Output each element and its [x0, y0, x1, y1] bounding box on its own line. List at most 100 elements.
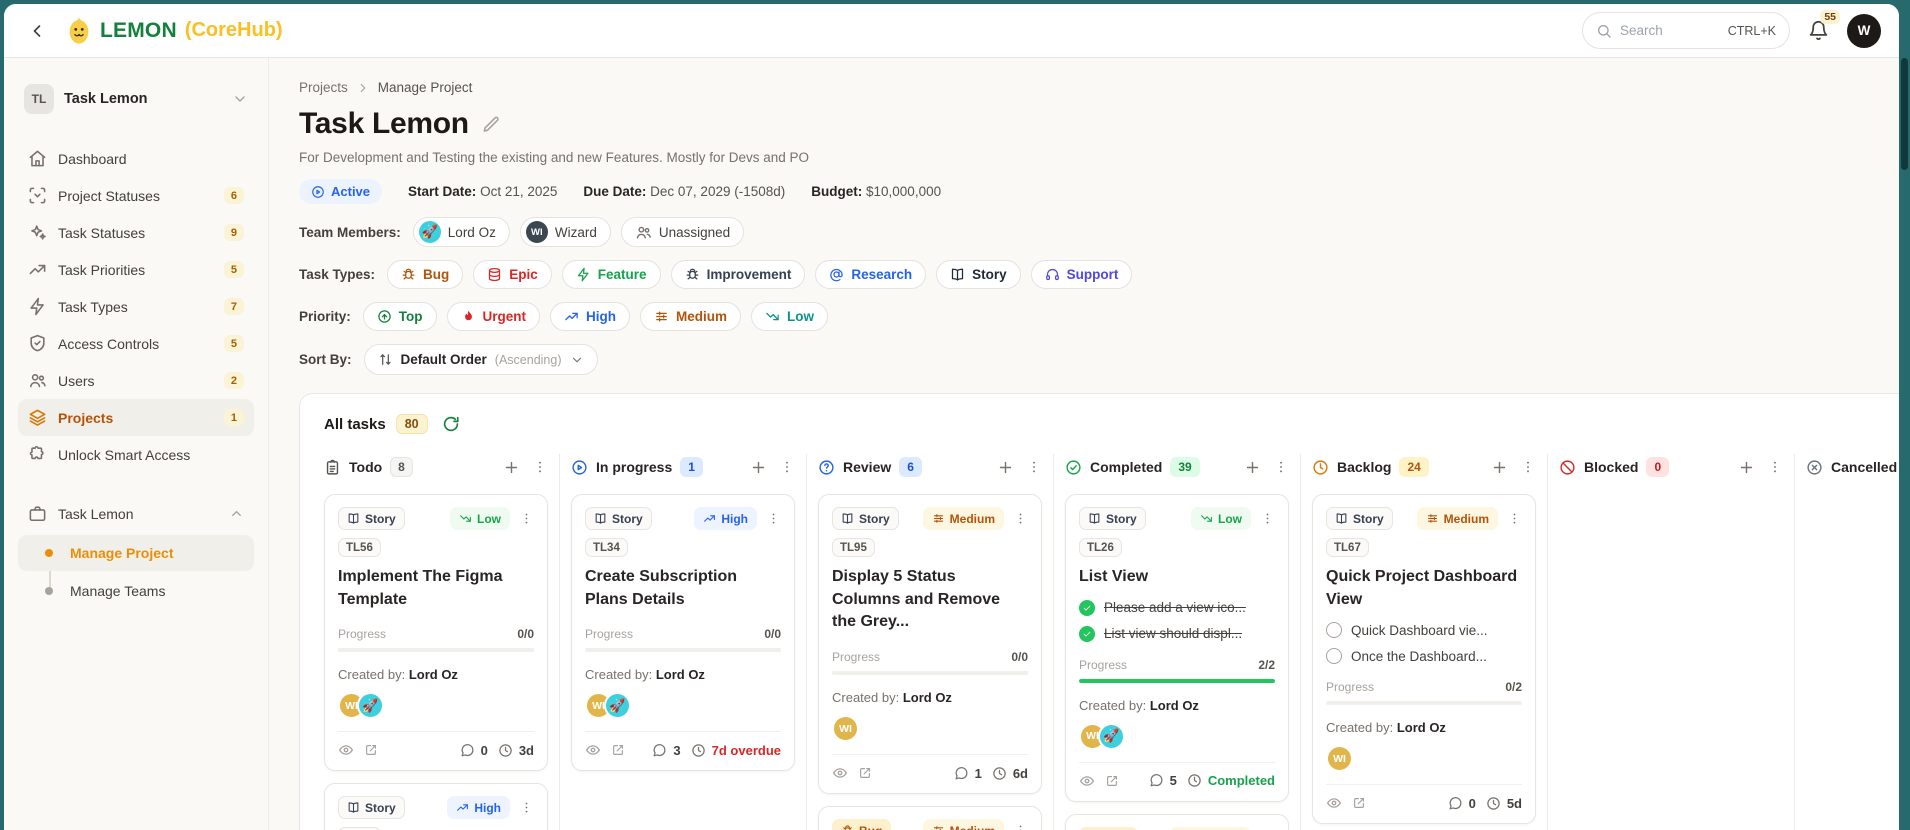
- assignee-avatars: WI 🚀: [585, 692, 781, 720]
- card-menu-button[interactable]: [1013, 511, 1028, 526]
- app-logo[interactable]: LEMON (CoreHub): [66, 16, 283, 46]
- task-card-TL96[interactable]: BugMediumTL96Search Functionality Error: [818, 806, 1042, 830]
- card-menu-button[interactable]: [519, 800, 534, 815]
- column-menu-button[interactable]: [1273, 459, 1289, 476]
- global-search[interactable]: CTRL+K: [1582, 12, 1790, 49]
- view-task-button[interactable]: [585, 742, 601, 758]
- workspace-selector[interactable]: TL Task Lemon: [18, 84, 254, 114]
- task-title: List View: [1079, 568, 1149, 585]
- status-badge[interactable]: Active: [299, 179, 383, 204]
- priority-pill-high[interactable]: High: [550, 302, 631, 331]
- add-task-button[interactable]: [1244, 459, 1261, 476]
- open-task-button[interactable]: [1105, 773, 1119, 789]
- checklist-item[interactable]: List view should displ...: [1079, 625, 1275, 642]
- sidebar-item-manage-teams[interactable]: Manage Teams: [18, 573, 254, 609]
- add-task-button[interactable]: [750, 459, 767, 476]
- column-menu-button[interactable]: [1767, 459, 1783, 476]
- priority-pill-medium[interactable]: Medium: [640, 302, 742, 331]
- sidebar-item-access-controls[interactable]: Access Controls 5: [18, 325, 254, 362]
- column-menu-button[interactable]: [532, 459, 548, 476]
- back-button[interactable]: [22, 16, 52, 46]
- task-card-TL83[interactable]: StoryHighTL83Access Controls Permission: [324, 783, 548, 830]
- add-task-button[interactable]: [997, 459, 1014, 476]
- card-menu-button[interactable]: [766, 511, 781, 526]
- task-card-TL34[interactable]: Story High TL34 Create Subscription Plans D…: [571, 494, 795, 772]
- sidebar-item-task-priorities[interactable]: Task Priorities 5: [18, 251, 254, 288]
- priority-pill-low[interactable]: Low: [751, 302, 829, 331]
- add-task-button[interactable]: [1738, 459, 1755, 476]
- priority-pill-top[interactable]: Top: [362, 302, 437, 331]
- sidebar-item-task-statuses[interactable]: Task Statuses 9: [18, 214, 254, 251]
- card-menu-button[interactable]: [1260, 511, 1275, 526]
- sidebar-item-task-lemon[interactable]: Task Lemon: [18, 495, 254, 532]
- window-scrollbar[interactable]: [1899, 4, 1910, 830]
- task-card-TL26[interactable]: Story Low TL26 List View Please add a view i…: [1065, 494, 1289, 802]
- search-input[interactable]: [1620, 23, 1720, 38]
- task-type-pill-support[interactable]: Support: [1030, 260, 1133, 289]
- user-avatar[interactable]: W: [1847, 13, 1881, 48]
- sidebar-item-manage-project[interactable]: Manage Project: [18, 535, 254, 571]
- task-card-TL66[interactable]: BugMediumTL66Organization name in the: [1065, 813, 1289, 830]
- puzzle-icon: [29, 446, 44, 460]
- column-menu-button[interactable]: [1520, 459, 1536, 476]
- edit-title-button[interactable]: [482, 115, 501, 134]
- view-task-button[interactable]: [338, 742, 354, 758]
- sidebar-item-unlock-smart-access[interactable]: Unlock Smart Access: [18, 436, 254, 473]
- task-type-pill-improvement[interactable]: Improvement: [670, 260, 806, 289]
- unchecked-circle-icon[interactable]: [1326, 648, 1342, 665]
- sidebar-item-projects[interactable]: Projects 1: [18, 399, 254, 436]
- sidebar-item-task-types[interactable]: Task Types 7: [18, 288, 254, 325]
- checked-circle-icon[interactable]: [1079, 625, 1095, 642]
- task-type-pill-research[interactable]: Research: [815, 260, 927, 289]
- view-task-button[interactable]: [1079, 773, 1095, 789]
- team-member-pill-lord-oz[interactable]: 🚀 Lord Oz: [412, 217, 510, 247]
- card-menu-button[interactable]: [519, 511, 534, 526]
- task-card-TL95[interactable]: Story Medium TL95 Display 5 Status Columns …: [818, 494, 1042, 795]
- sidebar-item-project-statuses[interactable]: Project Statuses 6: [18, 177, 254, 214]
- sidebar-item-users[interactable]: Users 2: [18, 362, 254, 399]
- sidebar-subitem-label: Manage Teams: [70, 583, 166, 599]
- open-task-button[interactable]: [364, 742, 378, 758]
- sliders-icon: [1427, 514, 1437, 523]
- view-task-button[interactable]: [1326, 795, 1342, 811]
- created-by: Created by: Lord Oz: [338, 667, 458, 683]
- view-task-button[interactable]: [832, 765, 848, 781]
- comments-count: 0: [480, 742, 488, 758]
- sort-dropdown[interactable]: Default Order (Ascending): [363, 344, 598, 375]
- notifications-button[interactable]: 55: [1808, 10, 1840, 41]
- sidebar-section-label: Task Lemon: [58, 505, 134, 522]
- checklist-item[interactable]: Please add a view ico...: [1079, 599, 1275, 616]
- all-tasks-count: 80: [395, 414, 428, 434]
- task-card-TL67[interactable]: Story Medium TL67 Quick Project Dashboard V…: [1312, 494, 1536, 825]
- checklist-item[interactable]: Once the Dashboard...: [1326, 648, 1522, 665]
- breadcrumb-projects[interactable]: Projects: [299, 80, 348, 95]
- checked-circle-icon[interactable]: [1079, 599, 1095, 616]
- assignee-avatars: WI: [1326, 745, 1522, 773]
- card-menu-button[interactable]: [1013, 823, 1028, 830]
- open-task-button[interactable]: [1352, 795, 1366, 811]
- card-menu-button[interactable]: [1507, 511, 1522, 526]
- open-task-button[interactable]: [611, 742, 625, 758]
- task-type-pill-feature[interactable]: Feature: [561, 260, 661, 289]
- task-type-pill-bug[interactable]: Bug: [387, 260, 464, 289]
- checklist-item[interactable]: Quick Dashboard vie...: [1326, 622, 1522, 639]
- book-icon: [595, 513, 606, 524]
- task-card-TL56[interactable]: Story Low TL56 Implement The Figma Template…: [324, 494, 548, 772]
- column-menu-button[interactable]: [779, 459, 795, 476]
- add-task-button[interactable]: [1491, 459, 1508, 476]
- unchecked-circle-icon[interactable]: [1326, 622, 1342, 639]
- task-type-pill-story[interactable]: Story: [936, 260, 1021, 289]
- refresh-button[interactable]: [442, 415, 460, 433]
- open-task-button[interactable]: [858, 765, 872, 781]
- team-member-pill-wizard[interactable]: WI Wizard: [519, 217, 611, 247]
- column-review: Review 6 Story Medium TL95 Display 5 Status C…: [807, 454, 1054, 830]
- scrollbar-thumb[interactable]: [1901, 58, 1908, 170]
- task-type-pill-epic[interactable]: Epic: [473, 260, 552, 289]
- sidebar-item-count: 7: [223, 298, 244, 315]
- column-menu-button[interactable]: [1026, 459, 1042, 476]
- at-icon: [830, 268, 844, 282]
- add-task-button[interactable]: [503, 459, 520, 476]
- team-member-pill-unassigned[interactable]: Unassigned: [620, 217, 745, 247]
- priority-pill-urgent[interactable]: Urgent: [446, 302, 541, 331]
- sidebar-item-dashboard[interactable]: Dashboard: [18, 140, 254, 177]
